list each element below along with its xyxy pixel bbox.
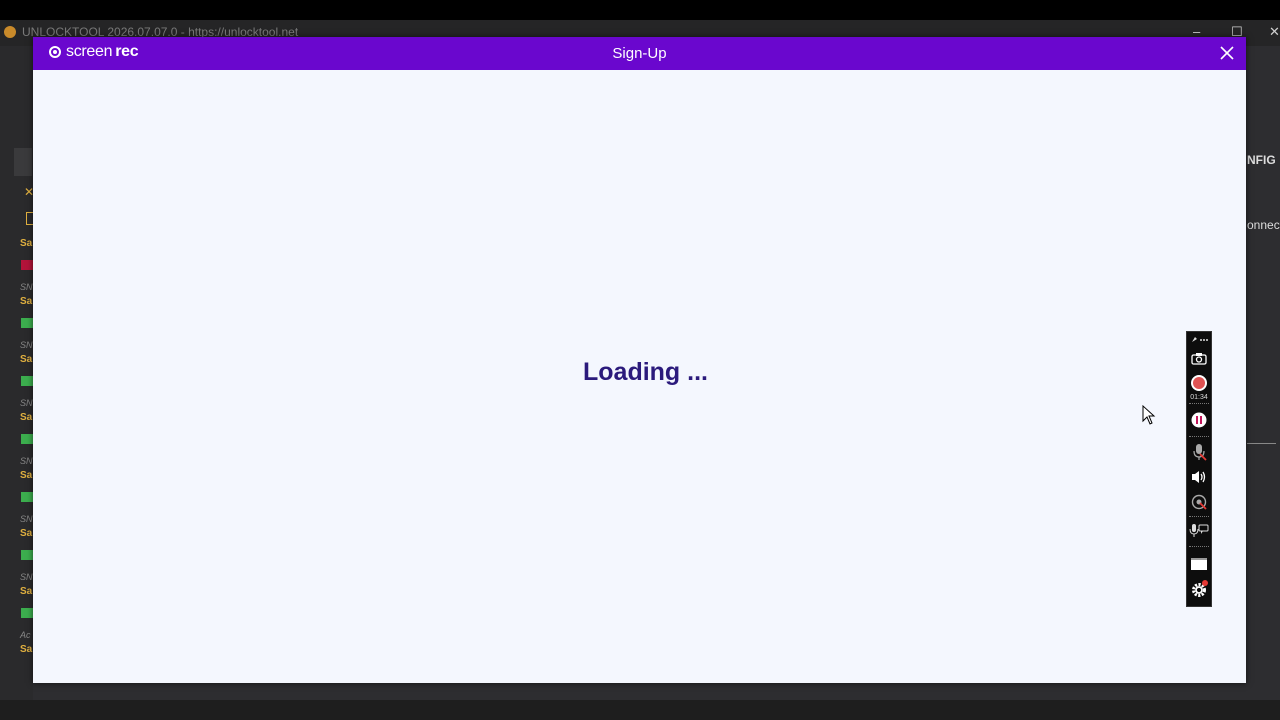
strip-tag xyxy=(21,550,33,560)
strip-sub: SN xyxy=(20,456,33,466)
strip-tag xyxy=(21,434,33,444)
connect-label: onnect xyxy=(1247,218,1280,232)
microphone-icon[interactable] xyxy=(1187,441,1211,463)
strip-sub: SN xyxy=(20,514,33,524)
strip-label: Sa xyxy=(20,470,33,481)
dialog-header: screen rec Sign-Up xyxy=(33,37,1246,70)
strip-label: Sa xyxy=(20,412,33,423)
strip-tag xyxy=(21,260,33,270)
strip-tag xyxy=(21,492,33,502)
dialog-title: Sign-Up xyxy=(612,45,667,62)
toolbar-separator xyxy=(1189,516,1209,517)
strip-label: Sa xyxy=(20,296,33,307)
strip-tag xyxy=(21,318,33,328)
loading-text: Loading ... xyxy=(583,358,708,386)
strip-label: Sa xyxy=(20,528,33,539)
mouse-cursor-icon xyxy=(1142,404,1156,430)
strip-label: Sa xyxy=(20,238,33,249)
record-icon[interactable] xyxy=(1187,373,1211,393)
recording-timer: 01:34 xyxy=(1190,394,1208,401)
mic-annotation-icon[interactable] xyxy=(1187,521,1211,541)
pause-icon[interactable] xyxy=(1187,410,1211,430)
divider xyxy=(1247,443,1276,444)
recording-toolbar: 01:34 xyxy=(1186,331,1212,607)
speaker-icon[interactable] xyxy=(1187,467,1211,487)
strip-label: Sa xyxy=(20,644,33,655)
camera-icon[interactable] xyxy=(1187,349,1211,367)
webcam-icon[interactable] xyxy=(1187,492,1211,512)
toolbar-separator xyxy=(1189,403,1209,404)
background-left-panel: ✕ Sa SN Sa SN Sa SN Sa SN Sa SN Sa SN Sa… xyxy=(0,46,35,700)
toolbar-separator xyxy=(1189,546,1209,547)
taskbar xyxy=(0,700,1280,720)
signup-dialog: screen rec Sign-Up Loading ... xyxy=(33,37,1246,683)
strip-sub: Ac xyxy=(20,630,31,640)
strip-label: Sa xyxy=(20,354,33,365)
pin-icon[interactable] xyxy=(1187,334,1211,346)
background-panel-block xyxy=(14,148,32,176)
strip-sub: SN xyxy=(20,282,33,292)
close-icon xyxy=(1220,46,1234,60)
unlocktool-app-icon xyxy=(4,26,16,38)
settings-icon[interactable] xyxy=(1187,578,1211,600)
strip-label: Sa xyxy=(20,586,33,597)
strip-sub: SN xyxy=(20,398,33,408)
strip-sub: SN xyxy=(20,340,33,350)
strip-sub: SN xyxy=(20,572,33,582)
strip-tag xyxy=(21,608,33,618)
strip-tag xyxy=(21,376,33,386)
window-icon[interactable] xyxy=(1187,554,1211,574)
toolbar-separator xyxy=(1189,436,1209,437)
close-button[interactable] xyxy=(1218,44,1236,62)
config-tab[interactable]: NFIG xyxy=(1247,153,1276,167)
close-icon[interactable]: ✕ xyxy=(1269,24,1280,40)
